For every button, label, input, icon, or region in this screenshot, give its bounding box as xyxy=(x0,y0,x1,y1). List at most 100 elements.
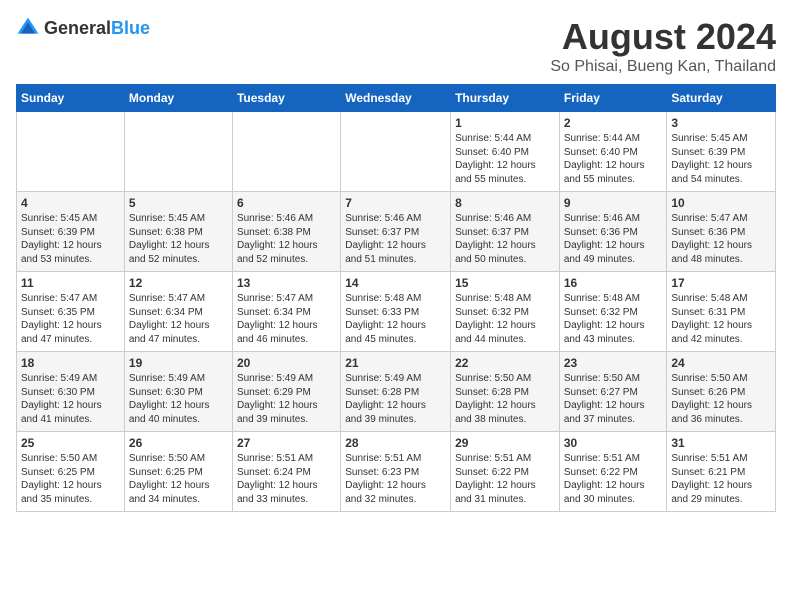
calendar-week-row: 11 Sunrise: 5:47 AM Sunset: 6:35 PM Dayli… xyxy=(17,272,776,352)
calendar-cell: 18 Sunrise: 5:49 AM Sunset: 6:30 PM Dayli… xyxy=(17,352,125,432)
day-info: Sunrise: 5:48 AM Sunset: 6:32 PM Dayligh… xyxy=(455,292,555,346)
day-info: Sunrise: 5:46 AM Sunset: 6:38 PM Dayligh… xyxy=(237,212,336,266)
day-info: Sunrise: 5:50 AM Sunset: 6:26 PM Dayligh… xyxy=(671,372,771,426)
calendar-cell: 20 Sunrise: 5:49 AM Sunset: 6:29 PM Dayli… xyxy=(232,352,340,432)
day-number: 15 xyxy=(455,276,555,290)
page-header: GeneralBlue August 2024 So Phisai, Bueng… xyxy=(16,16,776,76)
day-info: Sunrise: 5:50 AM Sunset: 6:28 PM Dayligh… xyxy=(455,372,555,426)
day-info: Sunrise: 5:44 AM Sunset: 6:40 PM Dayligh… xyxy=(455,132,555,186)
calendar-cell: 17 Sunrise: 5:48 AM Sunset: 6:31 PM Dayli… xyxy=(667,272,776,352)
calendar-cell: 8 Sunrise: 5:46 AM Sunset: 6:37 PM Daylig… xyxy=(451,192,560,272)
calendar-week-row: 1 Sunrise: 5:44 AM Sunset: 6:40 PM Daylig… xyxy=(17,112,776,192)
day-info: Sunrise: 5:45 AM Sunset: 6:38 PM Dayligh… xyxy=(129,212,228,266)
day-number: 8 xyxy=(455,196,555,210)
day-number: 23 xyxy=(564,356,663,370)
day-number: 30 xyxy=(564,436,663,450)
day-number: 19 xyxy=(129,356,228,370)
day-info: Sunrise: 5:51 AM Sunset: 6:23 PM Dayligh… xyxy=(345,452,446,506)
calendar-cell xyxy=(17,112,125,192)
day-info: Sunrise: 5:46 AM Sunset: 6:36 PM Dayligh… xyxy=(564,212,663,266)
calendar-cell xyxy=(341,112,451,192)
calendar-cell: 28 Sunrise: 5:51 AM Sunset: 6:23 PM Dayli… xyxy=(341,432,451,512)
calendar-cell: 24 Sunrise: 5:50 AM Sunset: 6:26 PM Dayli… xyxy=(667,352,776,432)
calendar-cell: 2Sunrise: 5:44 AM Sunset: 6:40 PM Daylig… xyxy=(559,112,667,192)
day-number: 16 xyxy=(564,276,663,290)
calendar-cell: 11 Sunrise: 5:47 AM Sunset: 6:35 PM Dayli… xyxy=(17,272,125,352)
calendar-cell: 6 Sunrise: 5:46 AM Sunset: 6:38 PM Daylig… xyxy=(232,192,340,272)
logo-icon xyxy=(16,16,40,40)
day-info: Sunrise: 5:48 AM Sunset: 6:31 PM Dayligh… xyxy=(671,292,771,346)
day-info: Sunrise: 5:45 AM Sunset: 6:39 PM Dayligh… xyxy=(21,212,120,266)
calendar-cell: 21Sunrise: 5:49 AM Sunset: 6:28 PM Dayli… xyxy=(341,352,451,432)
day-info: Sunrise: 5:47 AM Sunset: 6:36 PM Dayligh… xyxy=(671,212,771,266)
day-info: Sunrise: 5:49 AM Sunset: 6:30 PM Dayligh… xyxy=(21,372,120,426)
calendar-cell: 3Sunrise: 5:45 AM Sunset: 6:39 PM Daylig… xyxy=(667,112,776,192)
day-info: Sunrise: 5:46 AM Sunset: 6:37 PM Dayligh… xyxy=(345,212,446,266)
day-number: 5 xyxy=(129,196,228,210)
calendar-cell: 10 Sunrise: 5:47 AM Sunset: 6:36 PM Dayli… xyxy=(667,192,776,272)
calendar-cell: 30 Sunrise: 5:51 AM Sunset: 6:22 PM Dayli… xyxy=(559,432,667,512)
column-header-monday: Monday xyxy=(124,85,232,112)
calendar-cell: 12Sunrise: 5:47 AM Sunset: 6:34 PM Dayli… xyxy=(124,272,232,352)
column-header-thursday: Thursday xyxy=(451,85,560,112)
day-number: 25 xyxy=(21,436,120,450)
calendar-cell: 31Sunrise: 5:51 AM Sunset: 6:21 PM Dayli… xyxy=(667,432,776,512)
day-info: Sunrise: 5:49 AM Sunset: 6:30 PM Dayligh… xyxy=(129,372,228,426)
day-number: 24 xyxy=(671,356,771,370)
day-number: 14 xyxy=(345,276,446,290)
day-info: Sunrise: 5:47 AM Sunset: 6:35 PM Dayligh… xyxy=(21,292,120,346)
calendar-week-row: 18 Sunrise: 5:49 AM Sunset: 6:30 PM Dayli… xyxy=(17,352,776,432)
calendar-cell: 22Sunrise: 5:50 AM Sunset: 6:28 PM Dayli… xyxy=(451,352,560,432)
calendar-cell: 14 Sunrise: 5:48 AM Sunset: 6:33 PM Dayli… xyxy=(341,272,451,352)
day-number: 17 xyxy=(671,276,771,290)
column-header-saturday: Saturday xyxy=(667,85,776,112)
day-info: Sunrise: 5:47 AM Sunset: 6:34 PM Dayligh… xyxy=(129,292,228,346)
day-number: 6 xyxy=(237,196,336,210)
column-header-friday: Friday xyxy=(559,85,667,112)
day-info: Sunrise: 5:46 AM Sunset: 6:37 PM Dayligh… xyxy=(455,212,555,266)
location-subtitle: So Phisai, Bueng Kan, Thailand xyxy=(550,58,776,76)
day-info: Sunrise: 5:51 AM Sunset: 6:22 PM Dayligh… xyxy=(564,452,663,506)
calendar-header-row: SundayMondayTuesdayWednesdayThursdayFrid… xyxy=(17,85,776,112)
calendar-cell: 26Sunrise: 5:50 AM Sunset: 6:25 PM Dayli… xyxy=(124,432,232,512)
logo-text-blue: Blue xyxy=(111,18,150,38)
day-info: Sunrise: 5:51 AM Sunset: 6:24 PM Dayligh… xyxy=(237,452,336,506)
calendar-cell xyxy=(232,112,340,192)
day-number: 28 xyxy=(345,436,446,450)
calendar-cell: 19 Sunrise: 5:49 AM Sunset: 6:30 PM Dayli… xyxy=(124,352,232,432)
calendar-cell: 5 Sunrise: 5:45 AM Sunset: 6:38 PM Daylig… xyxy=(124,192,232,272)
day-info: Sunrise: 5:48 AM Sunset: 6:32 PM Dayligh… xyxy=(564,292,663,346)
calendar-cell: 1 Sunrise: 5:44 AM Sunset: 6:40 PM Daylig… xyxy=(451,112,560,192)
day-number: 18 xyxy=(21,356,120,370)
calendar-cell: 27 Sunrise: 5:51 AM Sunset: 6:24 PM Dayli… xyxy=(232,432,340,512)
day-info: Sunrise: 5:50 AM Sunset: 6:27 PM Dayligh… xyxy=(564,372,663,426)
day-info: Sunrise: 5:47 AM Sunset: 6:34 PM Dayligh… xyxy=(237,292,336,346)
day-info: Sunrise: 5:49 AM Sunset: 6:28 PM Dayligh… xyxy=(345,372,446,426)
calendar-cell: 13 Sunrise: 5:47 AM Sunset: 6:34 PM Dayli… xyxy=(232,272,340,352)
day-number: 10 xyxy=(671,196,771,210)
calendar-cell: 9Sunrise: 5:46 AM Sunset: 6:36 PM Daylig… xyxy=(559,192,667,272)
calendar-cell: 29 Sunrise: 5:51 AM Sunset: 6:22 PM Dayli… xyxy=(451,432,560,512)
month-year-title: August 2024 xyxy=(550,16,776,58)
column-header-wednesday: Wednesday xyxy=(341,85,451,112)
day-info: Sunrise: 5:51 AM Sunset: 6:22 PM Dayligh… xyxy=(455,452,555,506)
day-number: 29 xyxy=(455,436,555,450)
calendar-cell: 15 Sunrise: 5:48 AM Sunset: 6:32 PM Dayli… xyxy=(451,272,560,352)
logo: GeneralBlue xyxy=(16,16,150,40)
day-number: 7 xyxy=(345,196,446,210)
day-info: Sunrise: 5:49 AM Sunset: 6:29 PM Dayligh… xyxy=(237,372,336,426)
day-number: 11 xyxy=(21,276,120,290)
calendar-week-row: 4Sunrise: 5:45 AM Sunset: 6:39 PM Daylig… xyxy=(17,192,776,272)
day-number: 13 xyxy=(237,276,336,290)
calendar-cell: 16 Sunrise: 5:48 AM Sunset: 6:32 PM Dayli… xyxy=(559,272,667,352)
day-number: 20 xyxy=(237,356,336,370)
logo-text-general: General xyxy=(44,18,111,38)
calendar-cell: 7 Sunrise: 5:46 AM Sunset: 6:37 PM Daylig… xyxy=(341,192,451,272)
day-number: 1 xyxy=(455,116,555,130)
day-number: 27 xyxy=(237,436,336,450)
day-info: Sunrise: 5:48 AM Sunset: 6:33 PM Dayligh… xyxy=(345,292,446,346)
day-number: 2 xyxy=(564,116,663,130)
calendar-week-row: 25 Sunrise: 5:50 AM Sunset: 6:25 PM Dayli… xyxy=(17,432,776,512)
day-info: Sunrise: 5:50 AM Sunset: 6:25 PM Dayligh… xyxy=(129,452,228,506)
day-number: 31 xyxy=(671,436,771,450)
